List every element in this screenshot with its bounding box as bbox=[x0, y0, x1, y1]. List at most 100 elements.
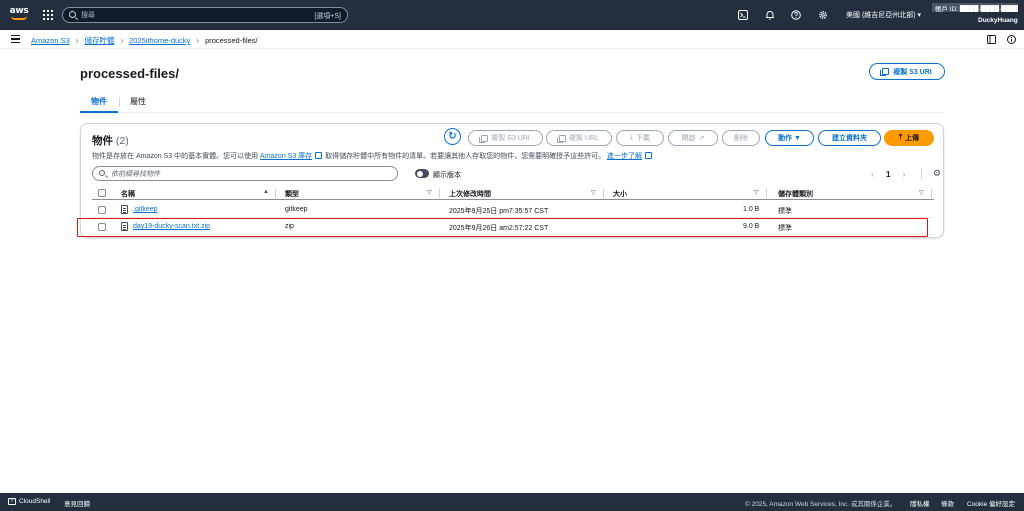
prev-page-icon[interactable]: ‹ bbox=[871, 169, 874, 179]
panel-icon[interactable] bbox=[986, 34, 996, 44]
column-divider[interactable] bbox=[439, 188, 440, 198]
table-header: 名稱 ▲ 類型 ▽ 上次修改時間 ▽ 大小 ▽ 儲存體類別 ▽ bbox=[92, 186, 934, 200]
actions-label: 動作 ▼ bbox=[778, 135, 801, 142]
current-page[interactable]: 1 bbox=[886, 170, 890, 179]
upload-label: 上傳 bbox=[905, 135, 920, 142]
column-type[interactable]: 類型 bbox=[285, 189, 299, 199]
sort-icon[interactable]: ▽ bbox=[427, 189, 432, 196]
search-icon bbox=[69, 11, 76, 18]
object-name-link[interactable]: .gitkeep bbox=[133, 206, 158, 213]
copyright-text: © 2025, Amazon Web Services, Inc. 或其關係企業… bbox=[745, 501, 897, 508]
breadcrumb-amazon-s3[interactable]: Amazon S3 bbox=[31, 36, 70, 45]
description-text-1: 物件是存放在 Amazon S3 中的基本實體。您可以使用 bbox=[92, 153, 259, 160]
object-type: zip bbox=[285, 223, 294, 230]
top-navigation: aws [選項+S] 美國 (維吉尼亞州北部) ▾ 帳戶 ID: ████-██… bbox=[0, 0, 1024, 30]
breadcrumb-current: processed-files/ bbox=[205, 36, 258, 45]
footer: > CloudShell 意見回饋 © 2025, Amazon Web Ser… bbox=[0, 493, 1024, 511]
chevron-right-icon: › bbox=[75, 36, 79, 45]
aws-smile-icon bbox=[11, 16, 27, 20]
breadcrumb-bucket[interactable]: 2025ithome-ducky bbox=[129, 36, 190, 45]
column-name[interactable]: 名稱 bbox=[121, 189, 135, 199]
column-divider[interactable] bbox=[275, 188, 276, 198]
privacy-link[interactable]: 隱私權 bbox=[910, 498, 930, 508]
show-versions-toggle[interactable] bbox=[415, 169, 429, 178]
copy-s3-uri-header-button[interactable]: 複製 S3 URI bbox=[869, 63, 945, 80]
object-name-link[interactable]: day19-ducky-scan.txt.zip bbox=[133, 223, 210, 230]
prefix-filter-input[interactable] bbox=[111, 169, 391, 179]
object-storage-class: 標準 bbox=[778, 225, 792, 232]
help-icon[interactable] bbox=[790, 9, 802, 21]
copy-url-label: 複製 URL bbox=[569, 135, 599, 142]
row-checkbox[interactable] bbox=[98, 223, 106, 231]
refresh-button[interactable]: ↻ bbox=[444, 128, 461, 145]
objects-panel: 物件 (2) ↻ 複製 S3 URI 複製 URL ⤓ 下載 開啟 ↗ 刪除 動… bbox=[80, 123, 944, 238]
search-icon bbox=[99, 170, 105, 176]
copy-s3-uri-button[interactable]: 複製 S3 URI bbox=[468, 130, 543, 146]
learn-more-link[interactable]: 進一步了解 bbox=[607, 153, 642, 160]
download-icon: ⤓ bbox=[629, 134, 634, 141]
sort-icon[interactable]: ▽ bbox=[919, 189, 924, 196]
cloudshell-icon: > bbox=[8, 498, 16, 505]
sort-ascending-icon[interactable]: ▲ bbox=[263, 189, 269, 195]
tab-properties[interactable]: 屬性 bbox=[130, 96, 146, 107]
cloudshell-icon[interactable] bbox=[737, 9, 749, 21]
next-page-icon[interactable]: › bbox=[902, 169, 905, 179]
aws-logo[interactable]: aws bbox=[8, 6, 30, 24]
open-button[interactable]: 開啟 ↗ bbox=[668, 130, 718, 146]
object-size: 9.0 B bbox=[743, 223, 760, 230]
copy-url-button[interactable]: 複製 URL bbox=[546, 130, 612, 146]
object-storage-class: 標準 bbox=[778, 208, 792, 215]
upload-icon: ⤒ bbox=[898, 134, 903, 141]
sort-icon[interactable]: ▽ bbox=[754, 189, 759, 196]
create-folder-label: 建立資料夾 bbox=[832, 135, 867, 142]
objects-title: 物件 (2) bbox=[92, 133, 129, 148]
copy-icon bbox=[880, 68, 890, 76]
breadcrumb-bar: Amazon S3 › 儲存貯體 › 2025ithome-ducky › pr… bbox=[0, 30, 1024, 49]
feedback-link[interactable]: 意見回饋 bbox=[64, 498, 90, 508]
account-name[interactable]: DuckyHuang bbox=[978, 17, 1018, 24]
upload-button[interactable]: ⤒ 上傳 bbox=[884, 130, 934, 146]
menu-icon[interactable] bbox=[11, 35, 20, 43]
objects-description: 物件是存放在 Amazon S3 中的基本實體。您可以使用 Amazon S3 … bbox=[92, 151, 653, 161]
column-divider[interactable] bbox=[603, 188, 604, 198]
tab-objects[interactable]: 物件 bbox=[80, 96, 118, 113]
cloudshell-button[interactable]: > CloudShell bbox=[8, 498, 50, 505]
table-row[interactable]: .gitkeep gitkeep 2025年9月25日 pm7:35:57 CS… bbox=[92, 202, 934, 218]
breadcrumb: Amazon S3 › 儲存貯體 › 2025ithome-ducky › pr… bbox=[31, 35, 258, 46]
row-checkbox[interactable] bbox=[98, 206, 106, 214]
refresh-icon: ↻ bbox=[448, 131, 457, 142]
bell-icon[interactable] bbox=[764, 9, 776, 21]
table-preferences-gear-icon[interactable]: ⚙ bbox=[921, 168, 941, 179]
tab-divider bbox=[119, 97, 120, 107]
services-grid-icon[interactable] bbox=[43, 10, 53, 20]
column-size[interactable]: 大小 bbox=[613, 189, 627, 199]
column-storage-class[interactable]: 儲存體類別 bbox=[778, 189, 813, 199]
region-selector[interactable]: 美國 (維吉尼亞州北部) ▾ bbox=[846, 10, 921, 20]
global-search[interactable]: [選項+S] bbox=[62, 7, 348, 23]
prefix-filter[interactable] bbox=[92, 166, 398, 181]
sort-icon[interactable]: ▽ bbox=[591, 189, 596, 196]
gear-icon[interactable] bbox=[817, 9, 829, 21]
account-id[interactable]: 帳戶 ID: ████-████-████ bbox=[932, 3, 1018, 12]
column-divider[interactable] bbox=[931, 188, 932, 198]
global-search-input[interactable] bbox=[81, 10, 301, 21]
s3-inventory-link[interactable]: Amazon S3 庫存 bbox=[260, 153, 312, 160]
file-icon bbox=[121, 222, 128, 231]
copy-icon bbox=[557, 134, 567, 143]
copy-s3-uri-header-label: 複製 S3 URI bbox=[893, 68, 932, 76]
delete-button[interactable]: 刪除 bbox=[722, 130, 760, 146]
column-last-modified[interactable]: 上次修改時間 bbox=[449, 189, 491, 199]
search-shortcut: [選項+S] bbox=[314, 13, 341, 20]
column-divider[interactable] bbox=[766, 188, 767, 198]
table-row[interactable]: day19-ducky-scan.txt.zip zip 2025年9月26日 … bbox=[92, 219, 934, 235]
file-icon bbox=[121, 205, 128, 214]
cookie-preferences-link[interactable]: Cookie 偏好設定 bbox=[967, 498, 1015, 508]
actions-dropdown[interactable]: 動作 ▼ bbox=[765, 130, 814, 146]
info-icon[interactable] bbox=[1006, 34, 1016, 44]
breadcrumb-buckets[interactable]: 儲存貯體 bbox=[84, 35, 114, 46]
download-button[interactable]: ⤓ 下載 bbox=[616, 130, 664, 146]
select-all-checkbox[interactable] bbox=[98, 189, 106, 197]
create-folder-button[interactable]: 建立資料夾 bbox=[818, 130, 881, 146]
terms-link[interactable]: 條款 bbox=[941, 498, 954, 508]
object-last-modified: 2025年9月26日 am2:57:22 CST bbox=[449, 225, 549, 232]
